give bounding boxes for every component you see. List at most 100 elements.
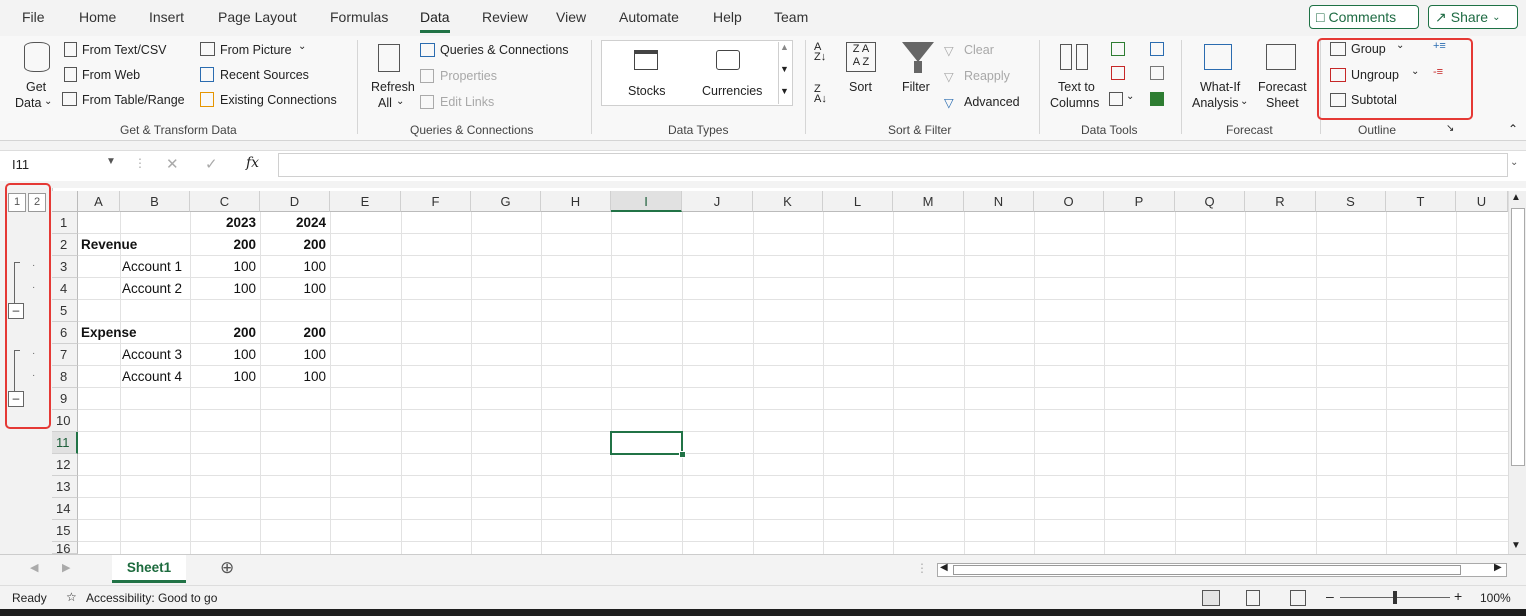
page-layout-view-icon[interactable]: [1246, 590, 1260, 606]
refresh-all-button-2[interactable]: All: [378, 96, 392, 110]
tab-insert[interactable]: Insert: [149, 9, 184, 25]
row-header[interactable]: 8: [52, 366, 78, 388]
column-header[interactable]: N: [964, 191, 1034, 212]
row-header[interactable]: 14: [52, 498, 78, 520]
stocks-button[interactable]: Stocks: [628, 84, 666, 98]
consolidate-icon[interactable]: [1150, 42, 1164, 56]
column-header[interactable]: E: [330, 191, 401, 212]
what-if-analysis-button-2[interactable]: Analysis: [1192, 96, 1239, 110]
from-web-button[interactable]: From Web: [82, 68, 140, 82]
page-break-view-icon[interactable]: [1290, 590, 1306, 606]
zoom-in-icon[interactable]: +: [1454, 588, 1462, 604]
column-header[interactable]: M: [893, 191, 964, 212]
column-header[interactable]: S: [1316, 191, 1386, 212]
tab-data[interactable]: Data: [420, 9, 450, 33]
text-to-columns-button-2[interactable]: Columns: [1050, 96, 1099, 110]
column-header[interactable]: P: [1104, 191, 1175, 212]
tab-formulas[interactable]: Formulas: [330, 9, 388, 25]
flash-fill-icon[interactable]: [1111, 42, 1125, 56]
cancel-icon[interactable]: ✕: [166, 155, 179, 173]
cell-d4[interactable]: 100: [260, 278, 330, 300]
cell-d3[interactable]: 100: [260, 256, 330, 278]
from-text-csv-button[interactable]: From Text/CSV: [82, 43, 167, 57]
data-validation-icon[interactable]: [1109, 92, 1123, 106]
column-header[interactable]: J: [682, 191, 753, 212]
scroll-up-icon[interactable]: ▲: [1511, 192, 1521, 203]
refresh-all-button[interactable]: Refresh: [371, 80, 415, 94]
cell-c7[interactable]: 100: [190, 344, 260, 366]
formula-input[interactable]: [278, 153, 1508, 177]
scroll-down-icon[interactable]: ▼: [1511, 540, 1521, 551]
filter-button[interactable]: Filter: [902, 80, 930, 94]
tab-team[interactable]: Team: [774, 9, 808, 25]
tab-help[interactable]: Help: [713, 9, 742, 25]
cell-b8[interactable]: Account 4: [122, 366, 190, 388]
tab-home[interactable]: Home: [79, 9, 116, 25]
comments-button[interactable]: □ Comments: [1309, 5, 1419, 29]
column-header[interactable]: O: [1034, 191, 1104, 212]
row-header[interactable]: 15: [52, 520, 78, 542]
relationships-icon[interactable]: [1150, 66, 1164, 80]
zoom-level[interactable]: 100%: [1480, 591, 1511, 605]
from-table-range-button[interactable]: From Table/Range: [82, 93, 185, 107]
cell-c6[interactable]: 200: [190, 322, 260, 344]
tab-review[interactable]: Review: [482, 9, 528, 25]
tab-automate[interactable]: Automate: [619, 9, 679, 25]
row-header[interactable]: 7: [52, 344, 78, 366]
row-header[interactable]: 6: [52, 322, 78, 344]
prev-sheet-icon[interactable]: ◀: [30, 561, 38, 574]
currencies-button[interactable]: Currencies: [702, 84, 762, 98]
scroll-left-icon[interactable]: ◀: [940, 562, 948, 573]
column-header[interactable]: T: [1386, 191, 1456, 212]
separator-dots-icon[interactable]: ⋮: [916, 561, 928, 575]
get-data-button[interactable]: Get: [26, 80, 46, 94]
share-button[interactable]: ↗ Share ⌄: [1428, 5, 1518, 29]
row-header[interactable]: 16: [52, 542, 78, 554]
column-header[interactable]: L: [823, 191, 893, 212]
sort-asc-icon[interactable]: A Z↓: [814, 42, 826, 63]
sort-button[interactable]: Sort: [849, 80, 872, 94]
sheet-tab-sheet1[interactable]: Sheet1: [112, 555, 186, 583]
cell-c8[interactable]: 100: [190, 366, 260, 388]
column-header-selected[interactable]: I: [611, 191, 682, 212]
row-header[interactable]: 13: [52, 476, 78, 498]
row-header[interactable]: 1: [52, 212, 78, 234]
tab-view[interactable]: View: [556, 9, 586, 25]
reapply-button[interactable]: Reapply: [964, 69, 1010, 83]
dialog-launcher-icon[interactable]: ↘: [1446, 123, 1454, 134]
forecast-sheet-button-2[interactable]: Sheet: [1266, 96, 1299, 110]
row-header-selected[interactable]: 11: [52, 432, 78, 454]
cell-b4[interactable]: Account 2: [122, 278, 190, 300]
row-header[interactable]: 9: [52, 388, 78, 410]
cell-d1[interactable]: 2024: [260, 212, 330, 234]
column-header[interactable]: K: [753, 191, 823, 212]
zoom-slider-thumb[interactable]: [1393, 591, 1397, 604]
cell-b7[interactable]: Account 3: [122, 344, 190, 366]
cell-c1[interactable]: 2023: [190, 212, 260, 234]
sort-desc-icon[interactable]: Z A↓: [814, 84, 827, 105]
scroll-right-icon[interactable]: ▶: [1494, 562, 1502, 573]
zoom-out-icon[interactable]: –: [1326, 588, 1334, 604]
add-sheet-icon[interactable]: ⊕: [220, 558, 234, 578]
normal-view-icon[interactable]: [1202, 590, 1220, 606]
recent-sources-button[interactable]: Recent Sources: [220, 68, 309, 82]
enter-icon[interactable]: ✓: [205, 155, 218, 173]
tab-page-layout[interactable]: Page Layout: [218, 9, 297, 25]
text-to-columns-button[interactable]: Text to: [1058, 80, 1095, 94]
cell-a6[interactable]: Expense: [81, 322, 181, 344]
chevron-up-icon[interactable]: ▲: [780, 42, 789, 52]
row-header[interactable]: 10: [52, 410, 78, 432]
data-model-icon[interactable]: [1150, 92, 1164, 106]
horizontal-scroll-thumb[interactable]: [953, 565, 1461, 575]
column-header[interactable]: B: [120, 191, 190, 212]
edit-links-button[interactable]: Edit Links: [440, 95, 494, 109]
row-header[interactable]: 12: [52, 454, 78, 476]
insert-function-icon[interactable]: fx: [246, 155, 259, 171]
column-header[interactable]: A: [78, 191, 120, 212]
get-data-button-2[interactable]: Data: [15, 96, 41, 110]
forecast-sheet-button[interactable]: Forecast: [1258, 80, 1307, 94]
from-picture-button[interactable]: From Picture: [220, 43, 292, 57]
cell-b3[interactable]: Account 1: [122, 256, 190, 278]
column-header[interactable]: Q: [1175, 191, 1245, 212]
column-header[interactable]: D: [260, 191, 330, 212]
